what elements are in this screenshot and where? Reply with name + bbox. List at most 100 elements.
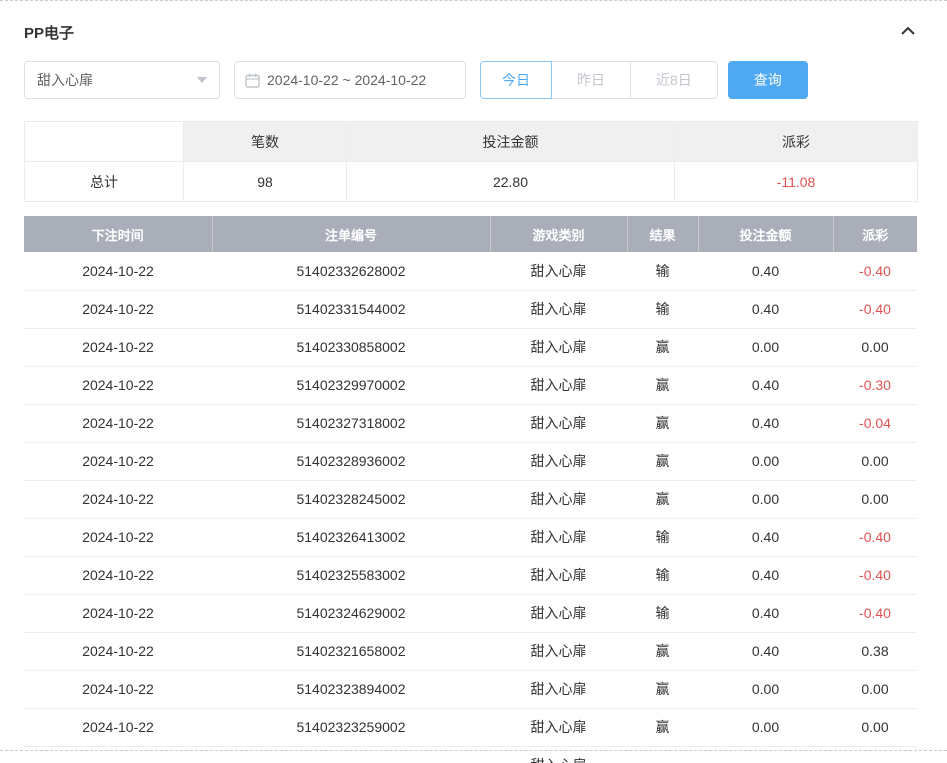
- payout-cell: 0.00: [833, 708, 917, 746]
- bet-amount-cell: 0.00: [698, 670, 833, 708]
- summary-total-row: 总计 98 22.80 -11.08: [25, 162, 918, 202]
- payout-cell: 0.00: [833, 442, 917, 480]
- bet-time-cell: 2024-10-22: [24, 328, 212, 366]
- order-id-cell: 51402323259002: [212, 708, 490, 746]
- bets-table: 下注时间 注单编号 游戏类别 结果 投注金额 派彩 2024-10-225140…: [24, 216, 917, 763]
- chevron-down-icon: [197, 77, 207, 83]
- query-button[interactable]: 查询: [728, 61, 808, 99]
- order-id-cell: 51402329970002: [212, 366, 490, 404]
- table-row: 2024-10-2251402331544002甜入心扉输0.40-0.40: [24, 290, 917, 328]
- bet-amount-cell: 0.40: [698, 290, 833, 328]
- table-row: 2024-10-2251402329970002甜入心扉赢0.40-0.30: [24, 366, 917, 404]
- table-row: 2024-10-2251402332628002甜入心扉输0.40-0.40: [24, 252, 917, 290]
- game-type-cell: 甜入心扉: [490, 670, 627, 708]
- bet-amount-cell: 0.00: [698, 708, 833, 746]
- game-type-cell: 甜入心扉: [490, 594, 627, 632]
- bet-time-cell: 2024-10-22: [24, 708, 212, 746]
- result-cell: 输: [627, 556, 698, 594]
- chevron-up-icon: [899, 24, 917, 41]
- result-cell: 赢: [627, 328, 698, 366]
- game-type-cell: 甜入心扉: [490, 518, 627, 556]
- result-cell: 赢: [627, 366, 698, 404]
- game-type-cell: 甜入心扉: [490, 556, 627, 594]
- summary-header-bet-amount: 投注金额: [347, 122, 675, 162]
- order-id-cell: [212, 746, 490, 763]
- bet-time-cell: 2024-10-22: [24, 290, 212, 328]
- col-header-bet-amount: 投注金额: [698, 216, 833, 252]
- game-type-cell: 甜入心扉: [490, 480, 627, 518]
- game-type-cell: 甜入心扉: [490, 442, 627, 480]
- col-header-payout: 派彩: [833, 216, 917, 252]
- calendar-icon: [245, 73, 260, 88]
- panel-title: PP电子: [24, 22, 74, 43]
- summary-header-payout: 派彩: [675, 122, 918, 162]
- bet-amount-cell: [698, 746, 833, 763]
- date-range-value: 2024-10-22 ~ 2024-10-22: [267, 72, 426, 88]
- order-id-cell: 51402321658002: [212, 632, 490, 670]
- game-type-cell: 甜入心扉: [490, 290, 627, 328]
- col-header-result: 结果: [627, 216, 698, 252]
- table-row: 2024-10-2251402325583002甜入心扉输0.40-0.40: [24, 556, 917, 594]
- bet-amount-cell: 0.40: [698, 594, 833, 632]
- payout-cell: 0.00: [833, 480, 917, 518]
- bet-amount-cell: 0.00: [698, 328, 833, 366]
- bets-header-row: 下注时间 注单编号 游戏类别 结果 投注金额 派彩: [24, 216, 917, 252]
- bet-time-cell: 2024-10-22: [24, 670, 212, 708]
- today-button[interactable]: 今日: [480, 61, 552, 99]
- order-id-cell: 51402331544002: [212, 290, 490, 328]
- summary-header-row: 笔数 投注金额 派彩: [25, 122, 918, 162]
- summary-payout-value: -11.08: [675, 162, 918, 202]
- result-cell: 赢: [627, 632, 698, 670]
- table-row: 2024-10-2251402328936002甜入心扉赢0.000.00: [24, 442, 917, 480]
- quick-range-button-group: 今日 昨日 近8日: [480, 61, 718, 99]
- table-row: 甜入心扉: [24, 746, 917, 763]
- filter-row: 甜入心扉 2024-10-22 ~ 2024-10-22 今日 昨日 近8日 查…: [24, 61, 917, 99]
- summary-total-label: 总计: [25, 162, 184, 202]
- payout-cell: -0.40: [833, 518, 917, 556]
- result-cell: 输: [627, 290, 698, 328]
- table-row: 2024-10-2251402326413002甜入心扉输0.40-0.40: [24, 518, 917, 556]
- bet-time-cell: 2024-10-22: [24, 594, 212, 632]
- game-type-cell: 甜入心扉: [490, 746, 627, 763]
- game-type-cell: 甜入心扉: [490, 632, 627, 670]
- bottom-dashed-divider: [0, 750, 947, 751]
- game-type-cell: 甜入心扉: [490, 404, 627, 442]
- result-cell: 赢: [627, 404, 698, 442]
- table-row: 2024-10-2251402323259002甜入心扉赢0.000.00: [24, 708, 917, 746]
- bet-amount-cell: 0.40: [698, 366, 833, 404]
- collapse-button[interactable]: [899, 24, 917, 41]
- payout-cell: 0.00: [833, 670, 917, 708]
- game-select[interactable]: 甜入心扉: [24, 61, 220, 99]
- table-row: 2024-10-2251402327318002甜入心扉赢0.40-0.04: [24, 404, 917, 442]
- table-row: 2024-10-2251402330858002甜入心扉赢0.000.00: [24, 328, 917, 366]
- payout-cell: -0.40: [833, 290, 917, 328]
- col-header-order-id: 注单编号: [212, 216, 490, 252]
- date-range-picker[interactable]: 2024-10-22 ~ 2024-10-22: [234, 61, 466, 99]
- result-cell: 输: [627, 518, 698, 556]
- order-id-cell: 51402325583002: [212, 556, 490, 594]
- order-id-cell: 51402323894002: [212, 670, 490, 708]
- bet-time-cell: 2024-10-22: [24, 404, 212, 442]
- result-cell: 输: [627, 252, 698, 290]
- recent-8-days-button[interactable]: 近8日: [630, 61, 718, 99]
- result-cell: 赢: [627, 670, 698, 708]
- order-id-cell: 51402328936002: [212, 442, 490, 480]
- bet-time-cell: 2024-10-22: [24, 632, 212, 670]
- payout-cell: -0.40: [833, 594, 917, 632]
- order-id-cell: 51402330858002: [212, 328, 490, 366]
- col-header-game-type: 游戏类别: [490, 216, 627, 252]
- bet-amount-cell: 0.00: [698, 480, 833, 518]
- result-cell: 输: [627, 594, 698, 632]
- summary-header-blank: [25, 122, 184, 162]
- result-cell: [627, 746, 698, 763]
- order-id-cell: 51402326413002: [212, 518, 490, 556]
- panel-header: PP电子: [24, 22, 917, 43]
- yesterday-button[interactable]: 昨日: [551, 61, 631, 99]
- summary-count-value: 98: [184, 162, 347, 202]
- payout-cell: -0.04: [833, 404, 917, 442]
- game-type-cell: 甜入心扉: [490, 328, 627, 366]
- result-cell: 赢: [627, 708, 698, 746]
- payout-cell: 0.38: [833, 632, 917, 670]
- payout-cell: -0.40: [833, 252, 917, 290]
- summary-bet-amount-value: 22.80: [347, 162, 675, 202]
